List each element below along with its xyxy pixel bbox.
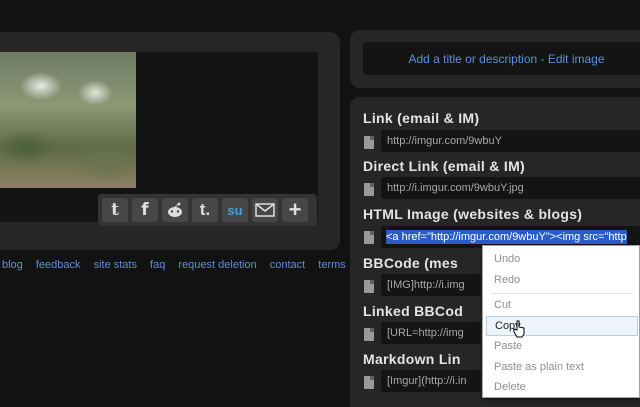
menu-item-cut[interactable]: Cut bbox=[483, 295, 640, 315]
footer-link-feedback[interactable]: feedback bbox=[36, 259, 81, 271]
reddit-share-button[interactable] bbox=[162, 198, 188, 222]
document-icon bbox=[364, 328, 374, 341]
plus-icon: + bbox=[288, 197, 302, 222]
document-icon bbox=[364, 231, 374, 244]
menu-item-delete[interactable]: Delete bbox=[483, 377, 640, 397]
link-section-title: Link (email & IM) bbox=[363, 110, 480, 126]
more-share-button[interactable]: + bbox=[282, 197, 308, 222]
title-panel: Add a title or description - Edit image bbox=[350, 30, 640, 88]
link-field[interactable]: http://imgur.com/9wbuY bbox=[381, 130, 640, 152]
tumblr-share-button[interactable]: t. bbox=[192, 198, 218, 222]
footer-links: blog feedback site stats faq request del… bbox=[2, 259, 384, 271]
footer-link-request-deletion[interactable]: request deletion bbox=[178, 259, 256, 271]
pointer-cursor-icon bbox=[513, 320, 525, 338]
footer-link-blog[interactable]: blog bbox=[2, 259, 23, 271]
footer-link-site-stats[interactable]: site stats bbox=[94, 259, 137, 271]
twitter-share-button[interactable]: t bbox=[102, 198, 128, 222]
menu-item-paste-plain[interactable]: Paste as plain text bbox=[483, 357, 640, 377]
html-image-section-title: HTML Image (websites & blogs) bbox=[363, 206, 583, 222]
linked-bbcode-section-title: Linked BBCod bbox=[363, 303, 464, 319]
context-menu: Undo Redo Cut Copy Paste Paste as plain … bbox=[482, 245, 640, 398]
menu-item-redo[interactable]: Redo bbox=[483, 270, 640, 290]
footer-link-terms[interactable]: terms bbox=[318, 259, 346, 271]
menu-separator bbox=[491, 293, 633, 294]
bbcode-section-title: BBCode (mes bbox=[363, 255, 459, 271]
markdown-section-title: Markdown Lin bbox=[363, 351, 461, 367]
menu-item-undo[interactable]: Undo bbox=[483, 249, 640, 269]
direct-link-field[interactable]: http://i.imgur.com/9wbuY.jpg bbox=[381, 177, 640, 199]
markdown-field[interactable]: [Imgur](http://i.in bbox=[381, 370, 481, 392]
document-icon bbox=[364, 183, 374, 196]
twitter-icon: t bbox=[111, 200, 119, 220]
footer-link-faq[interactable]: faq bbox=[150, 259, 165, 271]
stumbleupon-icon: su bbox=[227, 202, 243, 218]
document-icon bbox=[364, 376, 374, 389]
uploaded-image[interactable] bbox=[0, 52, 136, 188]
direct-link-section-title: Direct Link (email & IM) bbox=[363, 158, 526, 174]
envelope-icon bbox=[255, 203, 275, 217]
menu-item-copy[interactable]: Copy bbox=[486, 316, 638, 336]
selected-text: <a href="http://imgur.com/9wbuY"><img sr… bbox=[386, 230, 627, 244]
menu-item-paste[interactable]: Paste bbox=[483, 336, 640, 356]
email-share-button[interactable] bbox=[252, 198, 278, 222]
facebook-share-button[interactable]: f bbox=[132, 198, 158, 222]
share-bar: t f t. su + bbox=[98, 194, 317, 226]
reddit-icon bbox=[168, 202, 182, 217]
document-icon bbox=[364, 136, 374, 149]
footer-link-contact[interactable]: contact bbox=[270, 259, 305, 271]
linked-bbcode-field[interactable]: [URL=http://img bbox=[381, 322, 481, 344]
facebook-icon: f bbox=[141, 200, 149, 220]
tumblr-icon: t. bbox=[199, 200, 211, 219]
edit-image-link[interactable]: Add a title or description - Edit image bbox=[363, 42, 640, 75]
stumbleupon-share-button[interactable]: su bbox=[222, 198, 248, 222]
bbcode-field[interactable]: [IMG]http://i.img bbox=[381, 274, 481, 296]
document-icon bbox=[364, 280, 374, 293]
